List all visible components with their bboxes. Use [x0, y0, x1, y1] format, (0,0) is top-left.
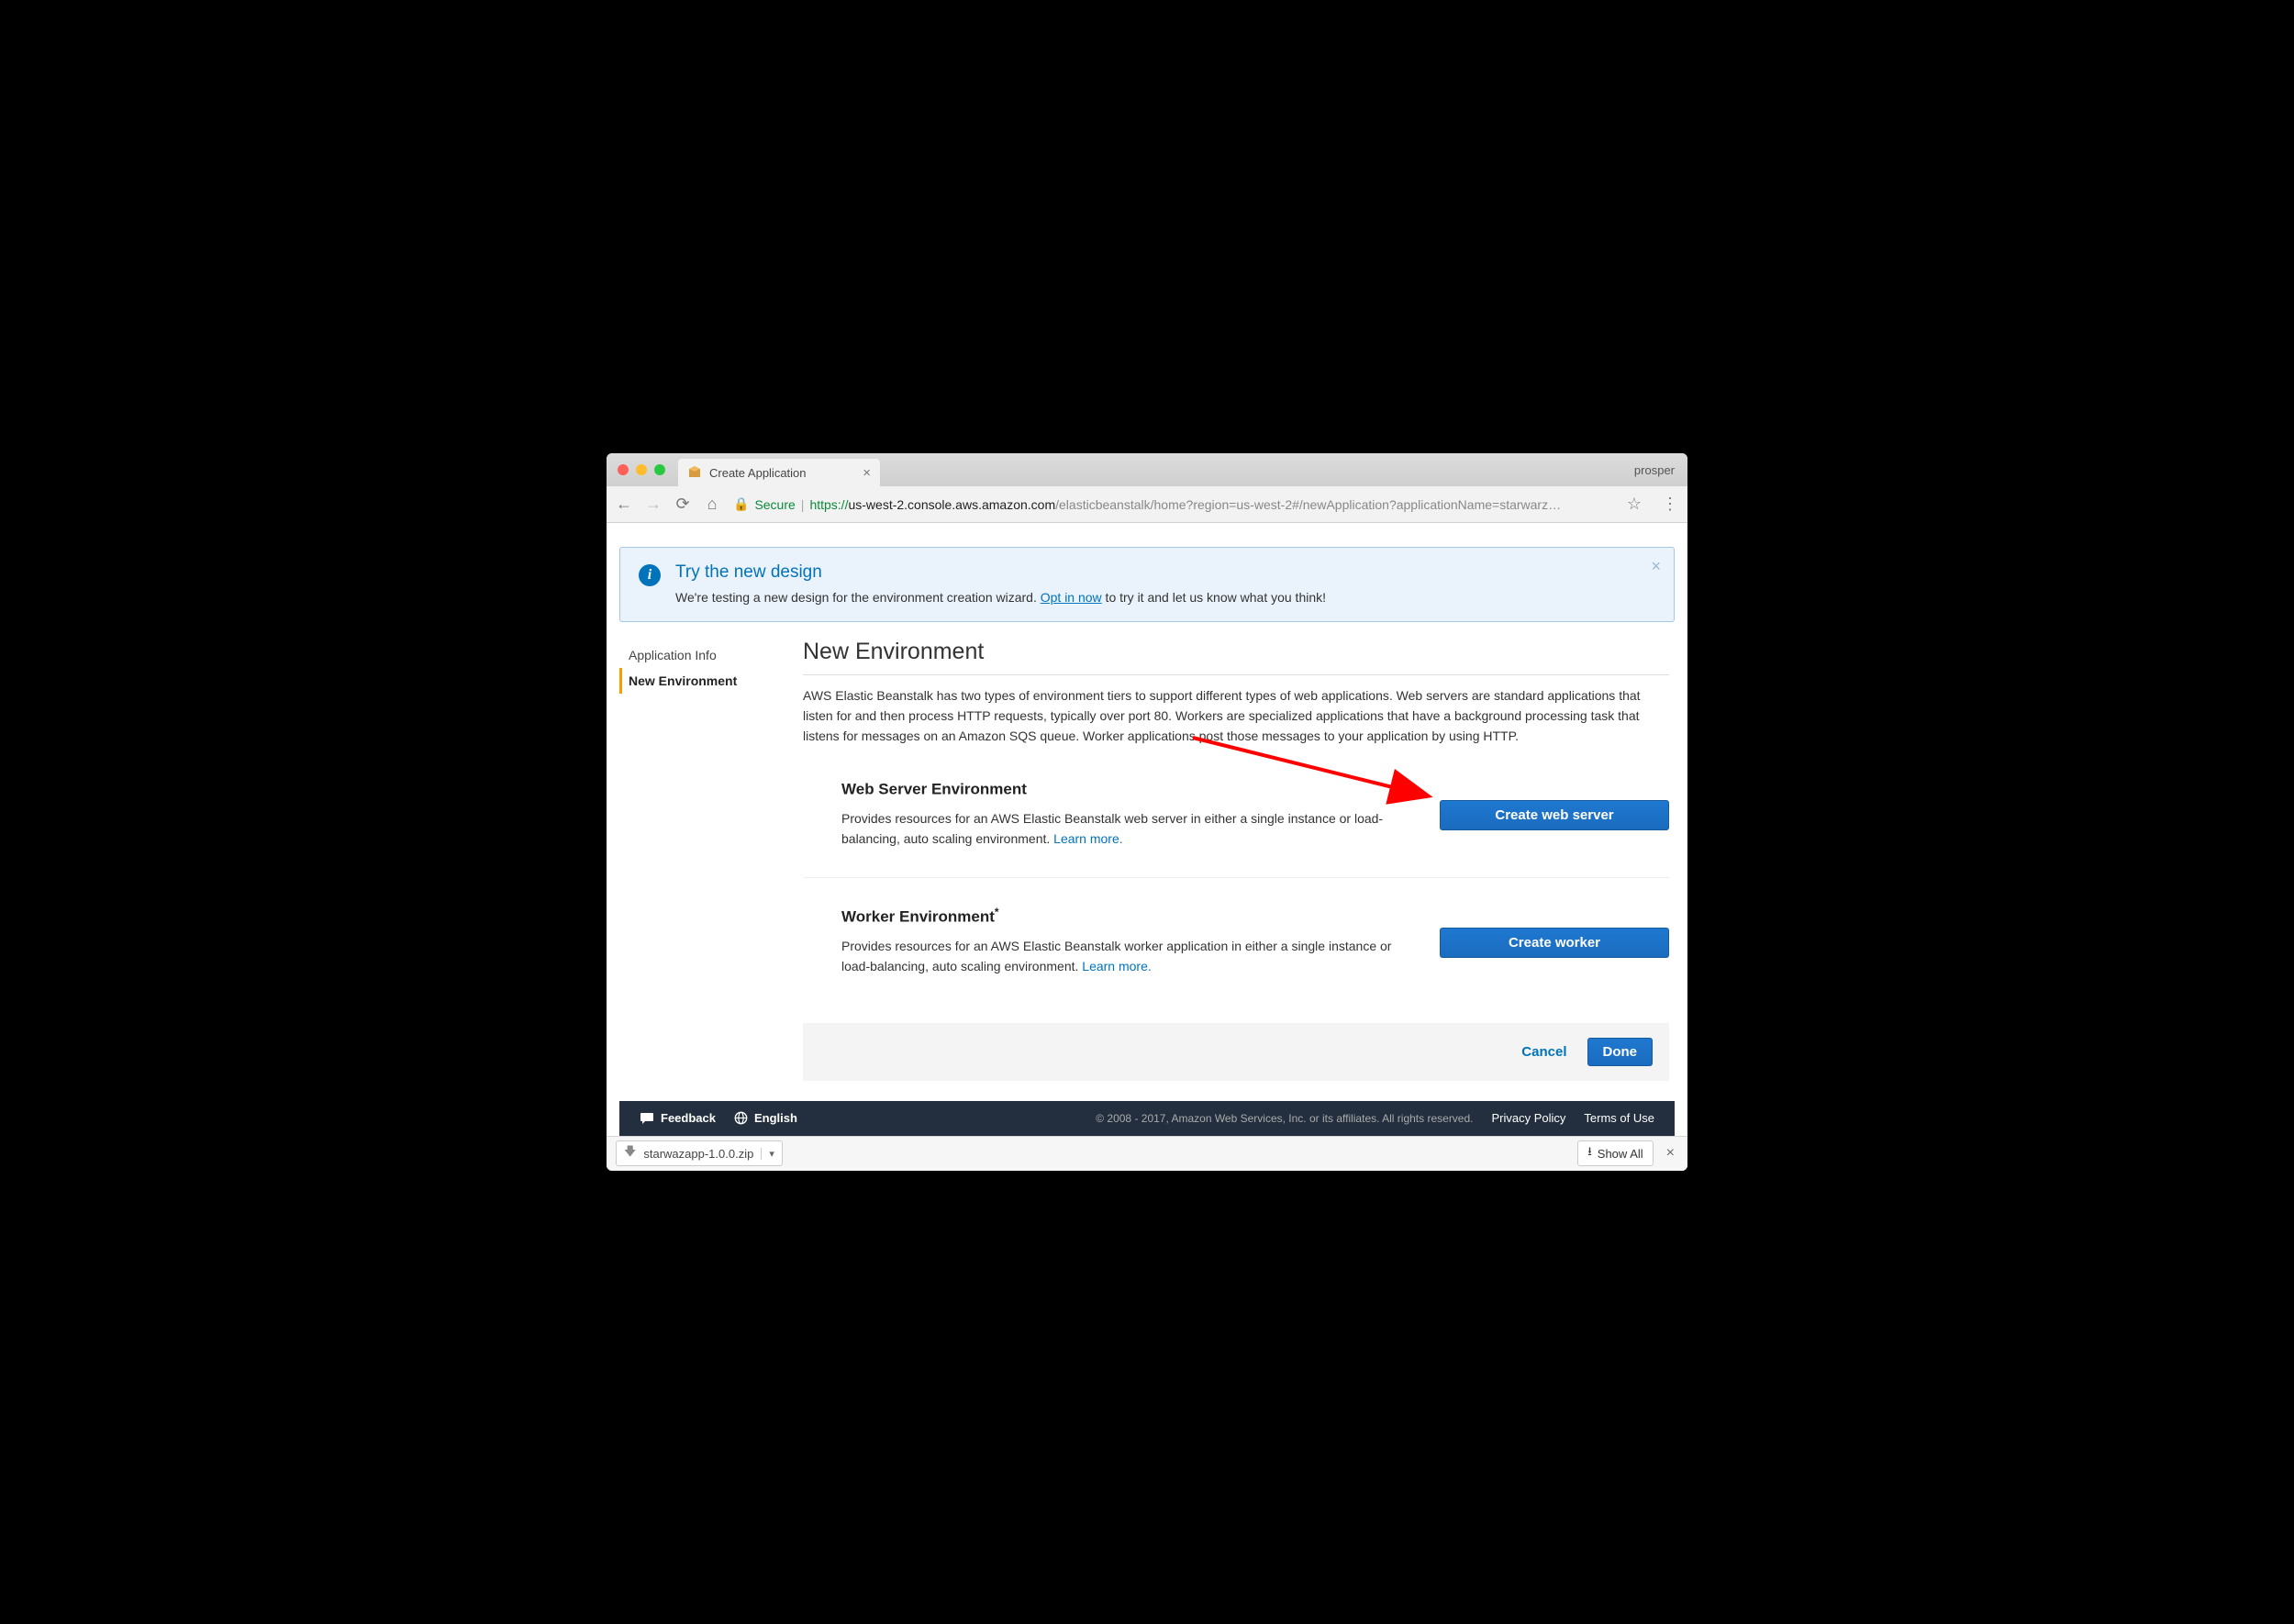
secure-label: Secure [754, 497, 795, 512]
download-item-menu[interactable]: ▾ [761, 1148, 774, 1160]
wizard-sidebar: Application Info New Environment [619, 639, 785, 1080]
create-worker-button[interactable]: Create worker [1440, 928, 1669, 958]
browser-window: Create Application × prosper ← → ⟳ ⌂ 🔒 S… [607, 453, 1687, 1170]
url-text: https://us-west-2.console.aws.amazon.com… [809, 497, 1561, 512]
alert-body: We're testing a new design for the envir… [675, 590, 1326, 605]
worker-block: Worker Environment* Provides resources f… [803, 896, 1669, 1005]
worker-desc: Provides resources for an AWS Elastic Be… [841, 937, 1403, 976]
page-description: AWS Elastic Beanstalk has two types of e… [803, 686, 1669, 746]
done-button[interactable]: Done [1587, 1038, 1654, 1066]
terms-of-use-link[interactable]: Terms of Use [1584, 1111, 1654, 1125]
tab-title: Create Application [709, 466, 855, 480]
sidebar-item-application-info[interactable]: Application Info [619, 642, 785, 668]
worker-title: Worker Environment* [841, 906, 1403, 927]
aws-footer: Feedback English © 2008 - 2017, Amazon W… [619, 1101, 1675, 1136]
download-item[interactable]: 🡇 starwazapp-1.0.0.zip ▾ [616, 1140, 783, 1166]
web-server-learn-more-link[interactable]: Learn more. [1053, 831, 1122, 846]
home-button[interactable]: ⌂ [704, 495, 720, 514]
privacy-policy-link[interactable]: Privacy Policy [1492, 1111, 1566, 1125]
bookmark-star-icon[interactable]: ☆ [1627, 495, 1642, 514]
download-icon: ⭳ [1587, 1143, 1592, 1163]
reload-button[interactable]: ⟳ [674, 495, 691, 514]
show-all-downloads-button[interactable]: ⭳ Show All [1577, 1140, 1653, 1166]
info-icon: i [639, 564, 661, 586]
browser-toolbar: ← → ⟳ ⌂ 🔒 Secure | https://us-west-2.con… [607, 486, 1687, 523]
mac-window-controls [607, 464, 665, 475]
window-maximize-button[interactable] [654, 464, 665, 475]
window-minimize-button[interactable] [636, 464, 647, 475]
copyright-text: © 2008 - 2017, Amazon Web Services, Inc.… [1096, 1112, 1473, 1125]
opt-in-link[interactable]: Opt in now [1041, 590, 1102, 605]
actions-bar: Cancel Done [803, 1023, 1669, 1081]
download-bar-close-icon[interactable]: × [1663, 1145, 1678, 1162]
info-alert: i Try the new design We're testing a new… [619, 547, 1675, 622]
sidebar-item-new-environment[interactable]: New Environment [619, 668, 785, 694]
menu-dots-icon[interactable]: ⋮ [1662, 495, 1678, 514]
speech-bubble-icon [640, 1112, 654, 1125]
file-icon: 🡇 [624, 1143, 636, 1163]
tab-close-icon[interactable]: × [863, 465, 871, 481]
download-bar: 🡇 starwazapp-1.0.0.zip ▾ ⭳ Show All × [607, 1136, 1687, 1171]
browser-tab[interactable]: Create Application × [678, 459, 880, 486]
tab-bar: Create Application × prosper [607, 453, 1687, 486]
profile-name[interactable]: prosper [1634, 463, 1675, 477]
main-panel: New Environment AWS Elastic Beanstalk ha… [803, 639, 1675, 1080]
web-server-title: Web Server Environment [841, 778, 1403, 799]
cancel-button[interactable]: Cancel [1521, 1044, 1566, 1060]
aws-favicon-icon [687, 465, 702, 480]
create-web-server-button[interactable]: Create web server [1440, 800, 1669, 830]
web-server-desc: Provides resources for an AWS Elastic Be… [841, 809, 1403, 849]
alert-close-icon[interactable]: × [1651, 557, 1661, 576]
address-bar[interactable]: 🔒 Secure | https://us-west-2.console.aws… [733, 496, 1607, 512]
globe-icon [734, 1111, 748, 1125]
window-close-button[interactable] [618, 464, 629, 475]
back-button[interactable]: ← [616, 495, 632, 514]
download-filename: starwazapp-1.0.0.zip [643, 1147, 753, 1161]
language-selector[interactable]: English [734, 1111, 797, 1125]
web-server-block: Web Server Environment Provides resource… [803, 769, 1669, 878]
worker-learn-more-link[interactable]: Learn more. [1082, 959, 1151, 973]
forward-button[interactable]: → [645, 495, 662, 514]
feedback-link[interactable]: Feedback [640, 1111, 716, 1125]
page-heading: New Environment [803, 639, 1669, 675]
alert-title: Try the new design [675, 562, 1326, 583]
lock-icon: 🔒 [733, 496, 749, 512]
page-content: i Try the new design We're testing a new… [607, 523, 1687, 1135]
